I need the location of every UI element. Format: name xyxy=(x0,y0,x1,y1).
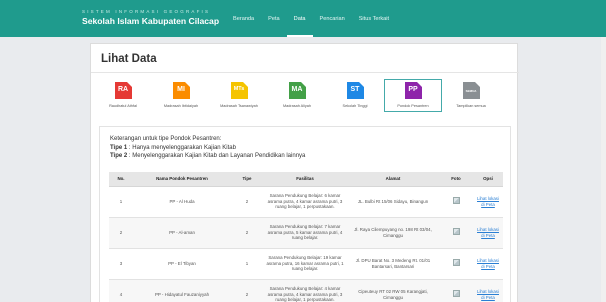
title-divider xyxy=(91,72,519,73)
page-title: Lihat Data xyxy=(101,53,157,65)
col-opsi: Opsi xyxy=(473,172,503,187)
site-brand[interactable]: SISTEM INFORMASI GEOGRAFIS Sekolah Islam… xyxy=(82,9,219,26)
cell-tipe: 2 xyxy=(231,279,263,302)
nav-beranda[interactable]: Beranda xyxy=(226,0,261,37)
cell-no: 1 xyxy=(109,186,133,218)
cell-tipe: 2 xyxy=(231,217,263,249)
category-st[interactable]: ST Sekolah Tinggi xyxy=(326,82,384,108)
category-label: Madrasah Aliyah xyxy=(282,104,312,108)
category-selector: RA Raudhatul Athfal MI Madrasah Ibtidaiy… xyxy=(91,79,519,126)
cell-fasilitas: Sarana Pendukung Belajar: 7 kamar asrama… xyxy=(263,217,347,249)
cell-fasilitas: Sarana Pendukung Belajar: 4 kamar asrama… xyxy=(263,279,347,302)
nav-peta[interactable]: Peta xyxy=(261,0,287,37)
category-label: Raudhatul Athfal xyxy=(109,104,137,108)
type-legend: Keterangan untuk tipe Pondok Pesantren: … xyxy=(110,135,305,161)
cell-alamat: Jl. Raya Cilempuyang no. 198 Rt 03/04, C… xyxy=(347,217,439,249)
data-box: Keterangan untuk tipe Pondok Pesantren: … xyxy=(99,126,511,302)
category-ra[interactable]: RA Raudhatul Athfal xyxy=(94,82,152,108)
table-row: 3 PP - El Tibyan 1 Sarana Pendukung Bela… xyxy=(109,248,503,280)
brand-subtitle: SISTEM INFORMASI GEOGRAFIS xyxy=(82,9,211,14)
category-mts[interactable]: MTs Madrasah Tsanawiyah xyxy=(210,82,268,108)
col-tipe: Tipe xyxy=(231,172,263,187)
cell-foto xyxy=(439,248,473,280)
cell-foto xyxy=(439,186,473,218)
st-icon: ST xyxy=(346,82,364,99)
cell-no: 3 xyxy=(109,248,133,280)
cell-foto xyxy=(439,217,473,249)
table-row: 2 PP - Al-aman 2 Sarana Pendukung Belaja… xyxy=(109,217,503,249)
cell-nama: PP - Hidayatul Fauzaniyyah xyxy=(133,279,231,302)
photo-placeholder-icon[interactable] xyxy=(452,290,460,298)
legend-tipe-1: Tipe 1 : Hanya menyelenggarakan Kajian K… xyxy=(110,144,236,151)
ra-icon: RA xyxy=(114,82,132,99)
cell-alamat: Jl. DPU Barat No. 3 Medeng Rt. 01/01 Ban… xyxy=(347,248,439,280)
category-label: Madrasah Ibtidaiyah xyxy=(163,104,199,108)
cell-opsi: Lihat lokasi di Peta xyxy=(473,217,503,249)
photo-placeholder-icon[interactable] xyxy=(452,259,460,267)
cell-alamat: JL. Bulbi Rt 15/06 Sidayu, Binangun xyxy=(347,186,439,218)
legend-tipe-2: Tipe 2 : Menyelenggarakan Kajian Kitab d… xyxy=(110,153,306,159)
cell-opsi: Lihat lokasi di Peta xyxy=(473,279,503,302)
cell-tipe: 1 xyxy=(231,248,263,280)
legend-intro: Keterangan untuk tipe Pondok Pesantren: xyxy=(110,136,222,142)
top-navbar: SISTEM INFORMASI GEOGRAFIS Sekolah Islam… xyxy=(0,0,606,37)
page-scrollbar[interactable] xyxy=(601,37,606,302)
view-map-link[interactable]: Lihat lokasi di Peta xyxy=(477,196,499,207)
category-pp[interactable]: PP Pondok Pesantren xyxy=(384,79,442,112)
cell-nama: PP - El Tibyan xyxy=(133,248,231,280)
pp-icon: PP xyxy=(404,82,422,99)
photo-placeholder-icon[interactable] xyxy=(452,228,460,236)
cell-fasilitas: Sarana Pendukung Belajar: 19 kamar asram… xyxy=(263,248,347,280)
category-label: Madrasah Tsanawiyah xyxy=(220,104,258,108)
main-nav: Beranda Peta Data Pencarian Situs Terkai… xyxy=(226,0,396,37)
nav-data[interactable]: Data xyxy=(286,0,313,37)
col-alamat: Alamat xyxy=(347,172,439,187)
category-ma[interactable]: MA Madrasah Aliyah xyxy=(268,82,326,108)
col-no: No. xyxy=(109,172,133,187)
table-row: 4 PP - Hidayatul Fauzaniyyah 2 Sarana Pe… xyxy=(109,279,503,302)
table-header: No. Nama Pondok Pesantren Tipe Fasilitas… xyxy=(109,172,503,187)
table-row: 1 PP - Al Huda 2 Sarana Pendukung Belaja… xyxy=(109,186,503,218)
view-map-link[interactable]: Lihat lokasi di Peta xyxy=(477,227,499,238)
mi-icon: MI xyxy=(172,82,190,99)
category-label: Tampilkan semua xyxy=(456,104,486,108)
col-foto: Foto xyxy=(439,172,473,187)
cell-nama: PP - Al Huda xyxy=(133,186,231,218)
col-nama: Nama Pondok Pesantren xyxy=(133,172,231,187)
semua-icon: SEMUA xyxy=(462,82,480,99)
cell-fasilitas: Sarana Pendukung Belajar: 6 kamar asrama… xyxy=(263,186,347,218)
cell-opsi: Lihat lokasi di Peta xyxy=(473,248,503,280)
cell-nama: PP - Al-aman xyxy=(133,217,231,249)
cell-alamat: Cipeuteuy RT 02 RW 05 Karangjati, Cimang… xyxy=(347,279,439,302)
cell-no: 4 xyxy=(109,279,133,302)
category-label: Sekolah Tinggi xyxy=(342,104,368,108)
brand-title: Sekolah Islam Kabupaten Cilacap xyxy=(82,16,220,26)
cell-opsi: Lihat lokasi di Peta xyxy=(473,186,503,218)
col-fasilitas: Fasilitas xyxy=(263,172,347,187)
cell-foto xyxy=(439,279,473,302)
view-map-link[interactable]: Lihat lokasi di Peta xyxy=(477,289,499,300)
mts-icon: MTs xyxy=(230,82,248,99)
photo-placeholder-icon[interactable] xyxy=(452,197,460,205)
cell-no: 2 xyxy=(109,217,133,249)
category-semua[interactable]: SEMUA Tampilkan semua xyxy=(442,82,500,108)
content-panel: Lihat Data RA Raudhatul Athfal MI Madras… xyxy=(90,43,519,302)
nav-pencarian[interactable]: Pencarian xyxy=(313,0,352,37)
ma-icon: MA xyxy=(288,82,306,99)
cell-tipe: 2 xyxy=(231,186,263,218)
nav-situs-terkait[interactable]: Situs Terkait xyxy=(352,0,396,37)
view-map-link[interactable]: Lihat lokasi di Peta xyxy=(477,258,499,269)
pesantren-table: No. Nama Pondok Pesantren Tipe Fasilitas… xyxy=(109,172,503,302)
category-mi[interactable]: MI Madrasah Ibtidaiyah xyxy=(152,82,210,108)
category-label: Pondok Pesantren xyxy=(397,104,429,108)
